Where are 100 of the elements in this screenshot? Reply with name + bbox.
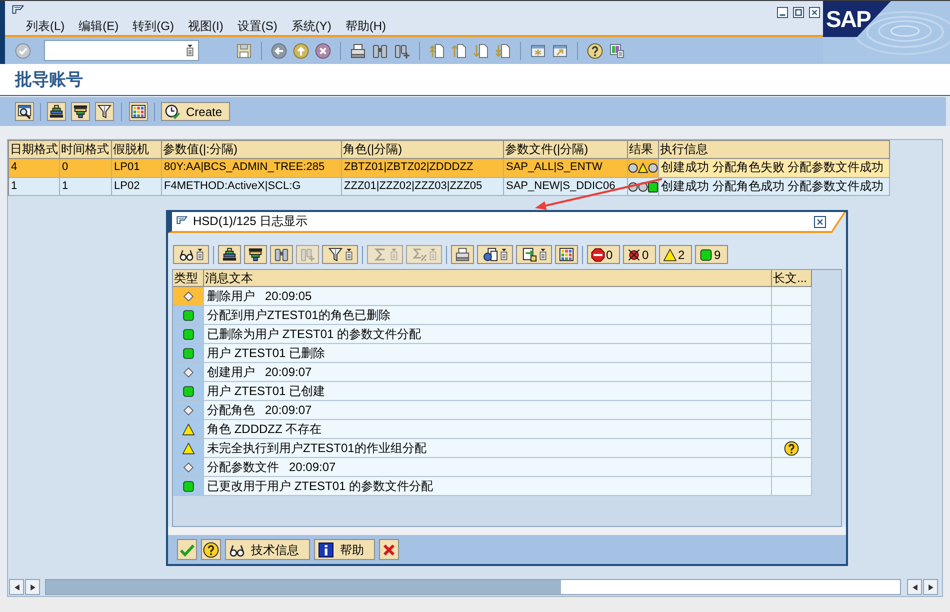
message-text: 已更改用于用户 ZTEST01 的参数文件分配: [204, 477, 772, 496]
binoculars-icon[interactable]: [372, 42, 388, 58]
toolbar-button[interactable]: [218, 245, 241, 264]
scroll-left-button[interactable]: [907, 579, 922, 595]
message-type-cell[interactable]: [173, 325, 204, 344]
column-header[interactable]: 执行信息: [659, 141, 890, 159]
layout-button[interactable]: [129, 102, 148, 121]
message-filter-button[interactable]: 0: [623, 245, 656, 264]
cancel-button[interactable]: [379, 539, 399, 560]
left-triangle-icon: [912, 584, 918, 590]
table-row[interactable]: 4 0 LP01 80Y:AA|BCS_ADMIN_TREE:285 ZBTZ01|ZBTZ02|ZDDDZZ SAP_ALL|S_ENTW 创建成功 分配角色失败 分配参数文件成功: [9, 159, 890, 178]
toolbar-button[interactable]: [451, 245, 474, 264]
previous-page-icon[interactable]: [451, 42, 467, 58]
message-type-cell[interactable]: [173, 401, 204, 420]
menu-item[interactable]: 设置(S): [237, 19, 278, 34]
column-header[interactable]: 长文...: [772, 270, 812, 287]
sort-descending-icon: [248, 247, 263, 262]
new-window-icon[interactable]: [530, 42, 546, 58]
message-filter-button[interactable]: 9: [695, 245, 728, 264]
toolbar-button[interactable]: [477, 245, 513, 264]
column-header[interactable]: 假脱机: [112, 141, 162, 159]
menu-item[interactable]: 转到(G): [132, 19, 174, 34]
warning-icon: [663, 248, 677, 262]
menu-item[interactable]: 系统(Y): [291, 19, 332, 34]
message-type-cell[interactable]: [173, 344, 204, 363]
column-header[interactable]: 参数值(|:分隔): [162, 141, 342, 159]
message-text: 角色 ZDDDZZ 不存在: [204, 420, 772, 439]
message-text: 分配角色 20:09:07: [204, 401, 772, 420]
help-icon: [203, 542, 219, 558]
column-header[interactable]: 消息文本: [204, 270, 772, 287]
menu-item[interactable]: 视图(I): [188, 19, 224, 34]
column-header[interactable]: 角色(|分隔): [342, 141, 504, 159]
sort-descending-button[interactable]: [71, 102, 90, 121]
technical-info-button[interactable]: 技术信息: [225, 539, 310, 560]
warning-icon: [182, 422, 194, 436]
column-header[interactable]: 类型: [173, 270, 204, 287]
scrollbar-thumb[interactable]: [46, 580, 561, 594]
scroll-right-button[interactable]: [25, 579, 40, 595]
toolbar-button[interactable]: [516, 245, 552, 264]
column-header[interactable]: 结果: [628, 141, 659, 159]
column-header[interactable]: 时间格式: [60, 141, 112, 159]
error-icon: [627, 248, 641, 262]
close-icon[interactable]: [814, 216, 826, 228]
message-type-cell[interactable]: [173, 439, 204, 458]
subtotal-icon: [412, 247, 426, 262]
message-filter-button[interactable]: 0: [587, 245, 620, 264]
message-type-cell[interactable]: [173, 306, 204, 325]
first-page-icon[interactable]: [429, 42, 445, 58]
message-type-cell[interactable]: [173, 363, 204, 382]
diamond-icon: [182, 366, 194, 378]
message-text: 删除用户 20:09:05: [204, 287, 772, 306]
menu-item[interactable]: 帮助(H): [345, 19, 386, 34]
toolbar-button[interactable]: [173, 245, 209, 264]
menu-item[interactable]: 编辑(E): [78, 19, 119, 34]
minimize-icon[interactable]: [777, 7, 788, 18]
toolbar-button[interactable]: [555, 245, 578, 264]
last-page-icon[interactable]: [495, 42, 511, 58]
monitor-icon[interactable]: [609, 42, 625, 58]
close-icon[interactable]: [809, 7, 820, 18]
create-button[interactable]: Create: [161, 102, 230, 121]
message-filter-button[interactable]: 2: [659, 245, 692, 264]
table-row[interactable]: 1 1 LP02 F4METHOD:ActiveX|SCL:G ZZZ01|ZZZ02|ZZZ03|ZZZ05 SAP_NEW|S_DDIC06 创建成功 分配角色成功 分配参数文件成功: [9, 178, 890, 196]
message-type-cell[interactable]: [173, 420, 204, 439]
diamond-icon: [182, 460, 194, 474]
help-button[interactable]: 帮助: [314, 539, 375, 560]
message-type-cell[interactable]: [173, 477, 204, 496]
dropdown-list-icon: [500, 248, 508, 261]
table-cell: 1: [9, 178, 60, 196]
message-text: 未完全执行到用户ZTEST01的作业组分配: [204, 439, 772, 458]
column-header[interactable]: 日期格式: [9, 141, 60, 159]
window-menu-icon[interactable]: [175, 216, 189, 227]
menu-item[interactable]: 列表(L): [26, 19, 65, 34]
help-button[interactable]: [201, 539, 221, 560]
binoculars-plus-icon[interactable]: [394, 42, 410, 58]
scroll-right-button[interactable]: [923, 579, 938, 595]
scroll-left-button[interactable]: [9, 579, 24, 595]
sum-icon: [372, 247, 388, 262]
maximize-icon[interactable]: [793, 7, 804, 18]
toolbar-button[interactable]: [244, 245, 267, 264]
help-icon[interactable]: [784, 440, 799, 456]
command-field[interactable]: [44, 40, 199, 61]
message-type-cell[interactable]: [173, 287, 204, 306]
filter-button[interactable]: [95, 102, 114, 121]
help-icon[interactable]: [587, 42, 603, 58]
dialog-title: HSD(1)/125 日志显示: [193, 214, 308, 229]
shortcut-icon[interactable]: [552, 42, 568, 58]
cancel-icon[interactable]: [315, 42, 331, 58]
message-type-cell[interactable]: [173, 458, 204, 477]
toolbar-button[interactable]: [322, 245, 358, 264]
next-page-icon[interactable]: [473, 42, 489, 58]
window-menu-icon[interactable]: [10, 5, 26, 17]
left-triangle-icon: [14, 584, 20, 590]
message-text: 用户 ZTEST01 已删除: [204, 344, 772, 363]
sort-ascending-button[interactable]: [47, 102, 66, 121]
printer-icon[interactable]: [350, 42, 366, 58]
sort-descending-icon: [73, 104, 88, 119]
column-header[interactable]: 参数文件(|分隔): [504, 141, 628, 159]
checkmark-icon[interactable]: [15, 42, 31, 58]
message-type-cell[interactable]: [173, 382, 204, 401]
details-button[interactable]: [15, 102, 34, 121]
